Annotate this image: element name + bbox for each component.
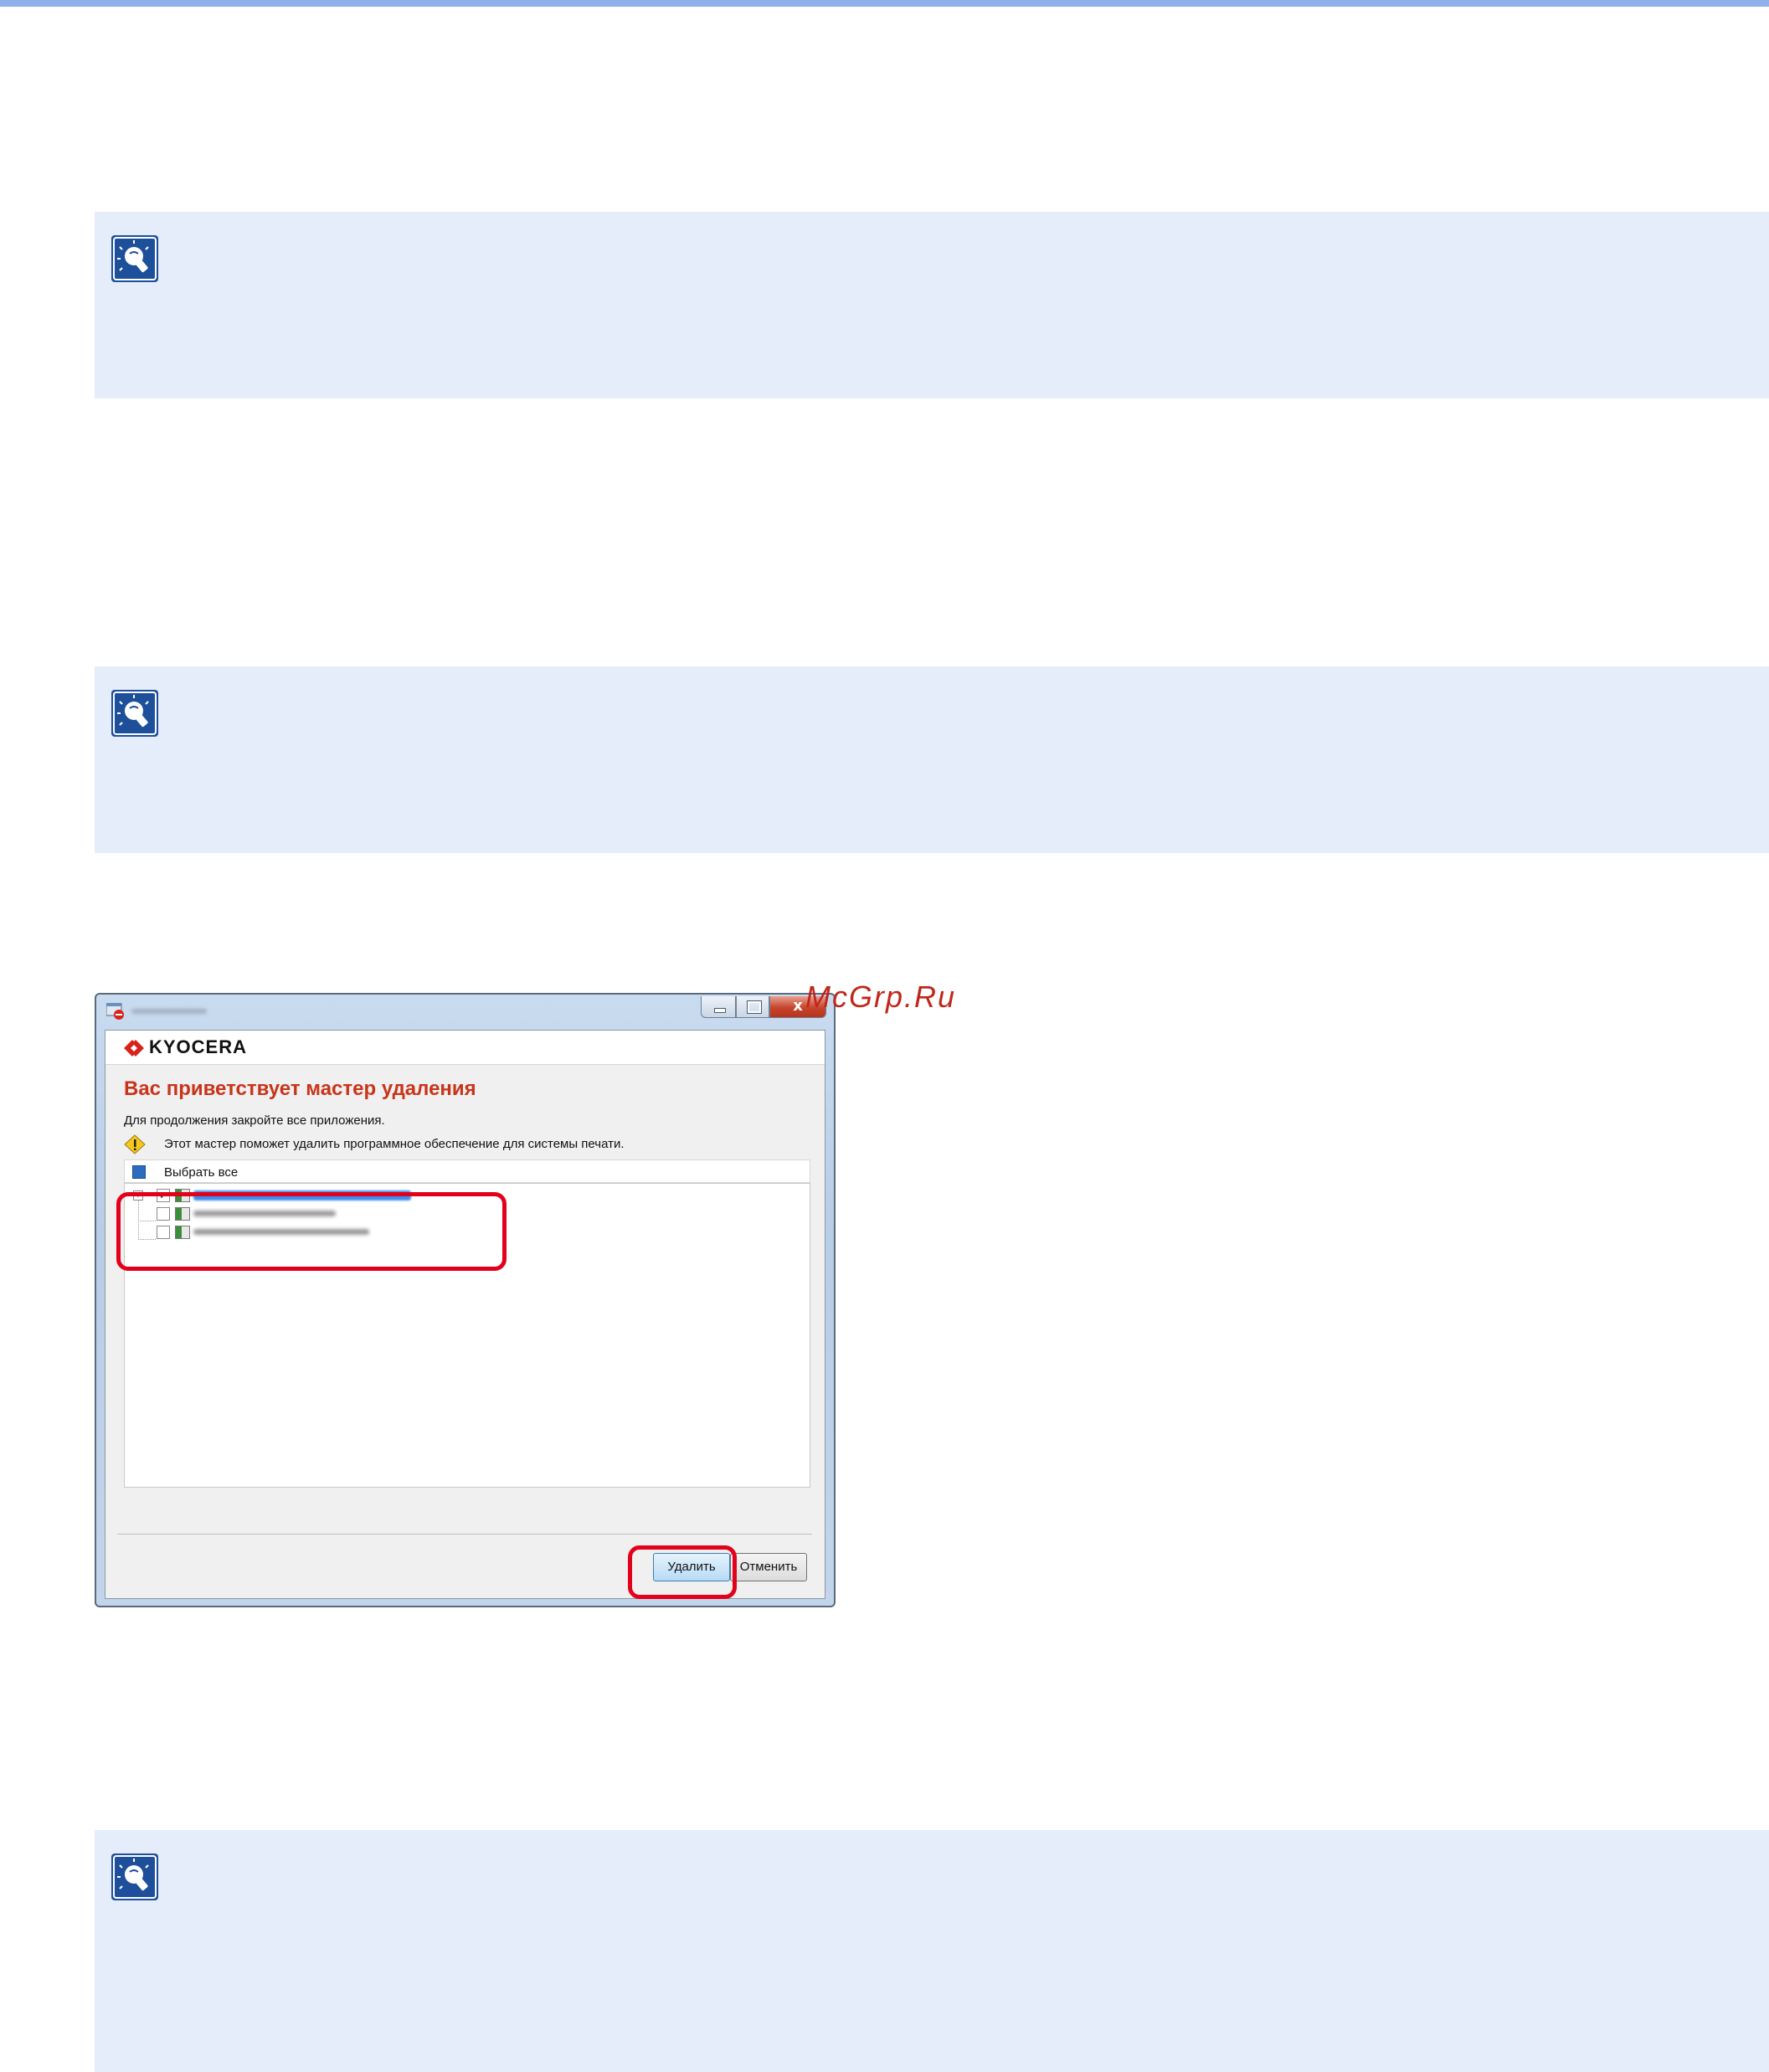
- select-all-row[interactable]: Выбрать все: [124, 1159, 810, 1183]
- minimize-button[interactable]: [701, 996, 736, 1018]
- uninstall-wizard-screenshot: x KYOCERA Вас приветствует мастер удален…: [95, 993, 836, 1607]
- note-box-3: [95, 1830, 1769, 2072]
- wizard-title: Вас приветствует мастер удаления: [124, 1077, 476, 1100]
- logo-bar: KYOCERA: [105, 1031, 825, 1065]
- wizard-subtitle: Для продолжения закройте все приложения.: [124, 1113, 385, 1128]
- note-box-2: [95, 666, 1769, 853]
- logo-text: KYOCERA: [149, 1036, 248, 1057]
- watermark-text: McGrp.Ru: [805, 979, 957, 1014]
- warning-icon: [124, 1134, 146, 1154]
- lightbulb-icon: [111, 1853, 158, 1900]
- delete-button-highlight: [628, 1545, 737, 1599]
- kyocera-logo-icon: [124, 1040, 144, 1057]
- wizard-window: x KYOCERA Вас приветствует мастер удален…: [95, 993, 836, 1607]
- note-box-1: [95, 212, 1769, 398]
- tree-items-highlight: [116, 1192, 507, 1271]
- footer-separator: [117, 1534, 812, 1535]
- wizard-content: KYOCERA Вас приветствует мастер удаления…: [105, 1030, 825, 1599]
- select-all-label: Выбрать все: [164, 1165, 239, 1180]
- lightbulb-icon: [111, 235, 158, 282]
- wizard-info-text: Этот мастер поможет удалить программное …: [164, 1137, 625, 1151]
- maximize-button[interactable]: [736, 996, 769, 1018]
- top-accent-rule: [0, 0, 1769, 7]
- window-titlebar[interactable]: x: [96, 995, 834, 1028]
- window-title-blurred: [131, 1009, 207, 1014]
- lightbulb-icon: [111, 690, 158, 737]
- cancel-button[interactable]: Отменить: [730, 1553, 807, 1581]
- uninstall-app-icon: [106, 1003, 124, 1020]
- select-all-checkbox[interactable]: [132, 1165, 146, 1179]
